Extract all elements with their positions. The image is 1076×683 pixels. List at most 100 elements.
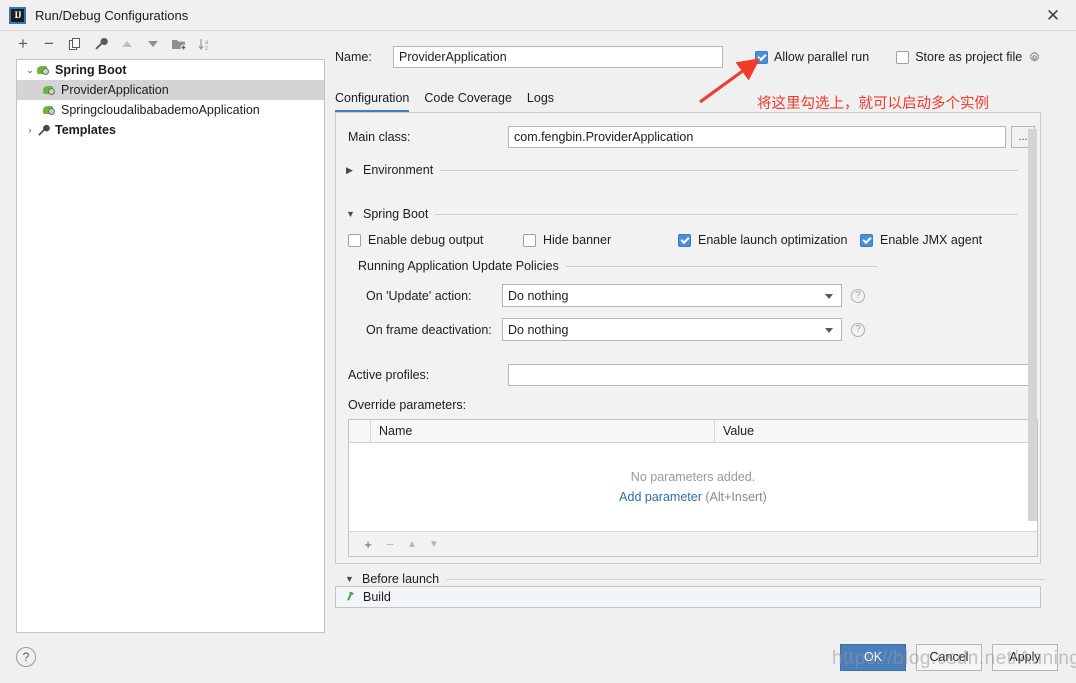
tree-node-provider-application[interactable]: ProviderApplication (17, 80, 324, 100)
configuration-editor-pane: Name: Allow parallel run Store as projec… (335, 31, 1076, 631)
on-update-action-value: Do nothing (508, 288, 569, 303)
update-policies-title: Running Application Update Policies (358, 259, 559, 273)
chevron-down-icon[interactable] (825, 327, 833, 333)
tree-node-label: SpringcloudalibabademoApplication (61, 103, 260, 117)
override-parameters-label: Override parameters: (348, 398, 467, 412)
spring-boot-icon (43, 104, 58, 117)
table-header-spacer (349, 420, 371, 442)
chevron-right-icon[interactable]: › (23, 125, 37, 135)
tree-node-springcloudalibabademo-application[interactable]: SpringcloudalibabademoApplication (17, 100, 324, 120)
main-class-label: Main class: (348, 130, 411, 144)
main-class-input[interactable] (508, 126, 1006, 148)
move-parameter-down-icon[interactable]: ▼ (425, 539, 443, 550)
add-parameter-hint: (Alt+Insert) (705, 490, 767, 504)
copy-configuration-icon[interactable] (62, 33, 88, 55)
svg-text:z: z (205, 46, 208, 51)
table-header-name: Name (371, 420, 715, 442)
gear-icon[interactable] (1027, 50, 1041, 64)
sort-alphabetically-icon[interactable]: az (192, 33, 218, 55)
enable-debug-output-label: Enable debug output (368, 233, 484, 247)
chevron-down-icon[interactable]: ⌄ (23, 65, 37, 76)
enable-jmx-agent-label: Enable JMX agent (880, 233, 983, 247)
checkbox-box[interactable] (860, 233, 873, 247)
move-parameter-up-icon[interactable]: ▲ (403, 539, 421, 550)
close-icon[interactable]: ✕ (1030, 0, 1076, 31)
move-down-icon[interactable] (140, 33, 166, 55)
help-icon[interactable]: ? (851, 288, 865, 303)
environment-section-title: Environment (363, 163, 434, 177)
enable-debug-output-checkbox[interactable]: Enable debug output (348, 233, 523, 247)
checkbox-box[interactable] (896, 50, 910, 64)
new-folder-icon[interactable] (166, 33, 192, 55)
before-launch-task-label: Build (363, 590, 391, 604)
remove-parameter-icon[interactable]: − (381, 537, 399, 552)
wrench-icon (37, 124, 52, 137)
enable-launch-optimization-checkbox[interactable]: Enable launch optimization (678, 233, 860, 247)
checkbox-box[interactable] (348, 233, 361, 247)
configurations-tree[interactable]: ⌄ Spring Boot ProviderApplication Spring… (16, 59, 325, 633)
chevron-down-icon[interactable]: ▼ (345, 574, 355, 584)
chevron-down-icon[interactable] (825, 293, 833, 299)
tab-code-coverage[interactable]: Code Coverage (424, 91, 512, 112)
spring-boot-section-header[interactable]: ▼ Spring Boot (346, 207, 1018, 221)
table-toolbar: + − ▲ ▼ (349, 531, 1037, 556)
store-as-project-file-checkbox[interactable]: Store as project file (896, 50, 1022, 64)
edit-templates-wrench-icon[interactable] (88, 33, 114, 55)
tree-node-label: Templates (55, 123, 116, 137)
move-up-icon[interactable] (114, 33, 140, 55)
tree-node-label: Spring Boot (55, 63, 127, 77)
name-input[interactable] (393, 46, 723, 68)
tree-node-templates[interactable]: › Templates (17, 120, 324, 140)
remove-configuration-icon[interactable]: − (36, 33, 62, 55)
before-launch-task-build[interactable]: Build (335, 586, 1041, 608)
chevron-down-icon[interactable]: ▼ (346, 209, 356, 219)
spring-boot-section-title: Spring Boot (363, 207, 429, 221)
checkbox-box[interactable] (678, 233, 691, 247)
watermark: https://blog.csdn.net/Anning_Lidi (832, 648, 1076, 669)
add-parameter-icon[interactable]: + (359, 537, 377, 552)
section-divider (440, 169, 1018, 171)
section-divider (565, 265, 878, 267)
active-profiles-row: Active profiles: (348, 363, 1040, 387)
table-empty-body: No parameters added. Add parameter (Alt+… (349, 443, 1037, 531)
allow-parallel-run-label: Allow parallel run (774, 50, 870, 64)
window-titlebar: IJ Run/Debug Configurations ✕ (0, 0, 1076, 31)
active-profiles-input[interactable] (508, 364, 1036, 386)
tree-node-label: ProviderApplication (61, 83, 169, 97)
on-update-action-dropdown[interactable]: Do nothing (502, 284, 842, 307)
on-frame-deactivation-value: Do nothing (508, 322, 569, 337)
help-icon[interactable]: ? (16, 647, 36, 667)
before-launch-header[interactable]: ▼ Before launch (345, 572, 1045, 586)
tab-configuration[interactable]: Configuration (335, 91, 410, 112)
before-launch-section: ▼ Before launch Build (335, 572, 1076, 608)
override-parameters-table[interactable]: Name Value No parameters added. Add para… (348, 419, 1038, 557)
window-title: Run/Debug Configurations (35, 7, 189, 23)
tab-logs[interactable]: Logs (527, 91, 554, 112)
main-class-row: Main class: ... (348, 125, 1040, 149)
spring-boot-icon (43, 84, 58, 97)
allow-parallel-run-checkbox[interactable]: Allow parallel run (755, 50, 869, 64)
before-launch-title: Before launch (362, 572, 440, 586)
environment-section-header[interactable]: ▶ Environment (346, 163, 1018, 177)
panel-scrollbar-thumb[interactable] (1028, 129, 1037, 521)
hide-banner-checkbox[interactable]: Hide banner (523, 233, 678, 247)
enable-launch-optimization-label: Enable launch optimization (698, 233, 848, 247)
enable-jmx-agent-checkbox[interactable]: Enable JMX agent (860, 233, 982, 247)
empty-message: No parameters added. (630, 470, 756, 484)
help-icon[interactable]: ? (851, 322, 865, 337)
spring-boot-options-row: Enable debug output Hide banner Enable l… (348, 233, 1040, 247)
name-row: Name: Allow parallel run Store as projec… (335, 42, 1076, 72)
chevron-right-icon[interactable]: ▶ (346, 165, 356, 176)
add-configuration-icon[interactable]: + (10, 33, 36, 55)
name-label: Name: (335, 50, 372, 64)
configurations-toolbar: + − az (0, 31, 335, 57)
checkbox-box[interactable] (523, 233, 536, 247)
panel-scrollbar[interactable] (1028, 115, 1037, 563)
configurations-pane: + − az ⌄ Spring Boot ProviderApplication… (0, 31, 335, 633)
add-parameter-row: Add parameter (Alt+Insert) (619, 490, 767, 504)
on-frame-deactivation-dropdown[interactable]: Do nothing (502, 318, 842, 341)
table-header-row: Name Value (349, 420, 1037, 443)
add-parameter-link[interactable]: Add parameter (619, 490, 702, 504)
tree-node-spring-boot[interactable]: ⌄ Spring Boot (17, 60, 324, 80)
checkbox-box[interactable] (755, 50, 768, 64)
